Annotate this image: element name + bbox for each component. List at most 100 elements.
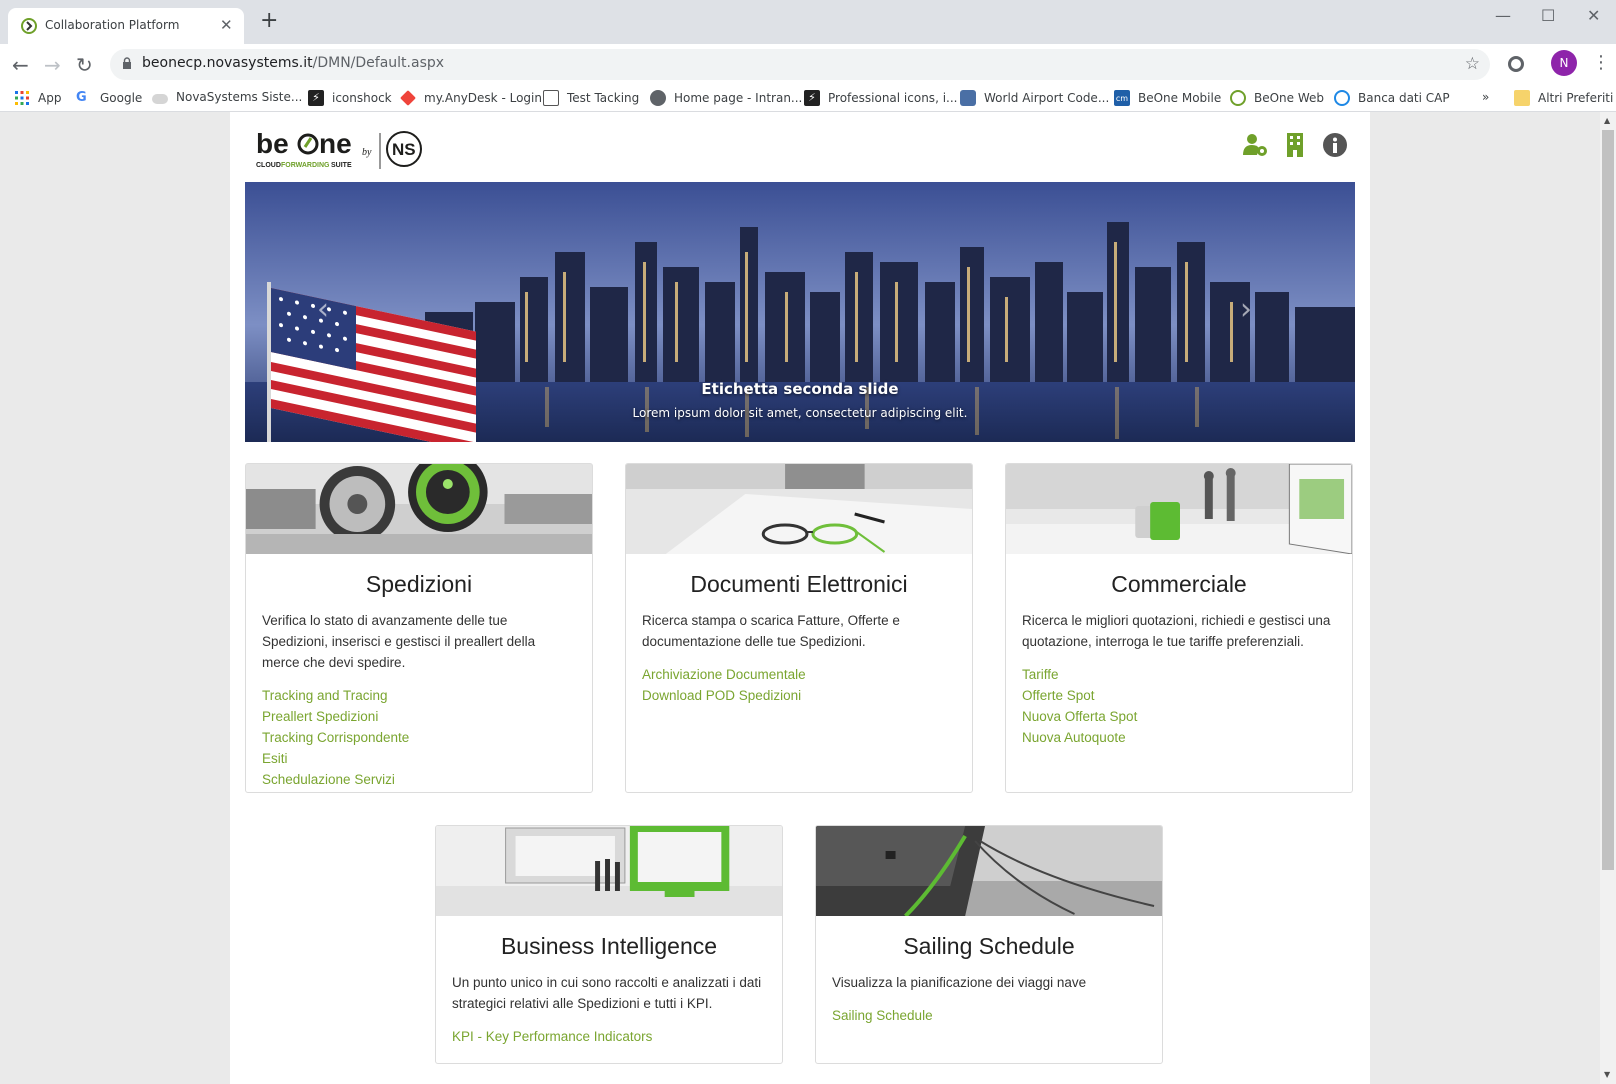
site-header: be ne CLOUD FORWARDING SUITE by NS — [230, 112, 1370, 180]
card-sailing-schedule: Sailing Schedule Visualizza la pianifica… — [815, 825, 1163, 1064]
svg-text:by: by — [362, 147, 372, 158]
svg-text:NS: NS — [392, 140, 416, 159]
card-image-business-intelligence — [436, 826, 782, 916]
bookmark-test-tacking[interactable]: Test Tacking — [543, 90, 639, 106]
browser-menu-icon[interactable]: ⋮ — [1592, 52, 1610, 73]
bookmark-anydesk[interactable]: my.AnyDesk - Login — [400, 90, 542, 106]
svg-text:CLOUD: CLOUD — [256, 162, 281, 169]
hero-carousel[interactable]: ‹ › Etichetta seconda slide Lorem ipsum … — [245, 182, 1355, 442]
card-spedizioni: Spedizioni Verifica lo stato di avanzame… — [245, 463, 593, 793]
carousel-caption-text: Lorem ipsum dolor sit amet, consectetur … — [632, 406, 968, 420]
ie-icon — [1334, 90, 1350, 106]
carousel-prev-icon[interactable]: ‹ — [317, 292, 329, 327]
link-download-pod-spedizioni[interactable]: Download POD Spedizioni — [642, 685, 956, 706]
extension-icon[interactable] — [1508, 56, 1524, 72]
carousel-caption-title: Etichetta seconda slide — [701, 380, 899, 398]
maximize-icon[interactable]: ☐ — [1541, 6, 1555, 25]
scroll-down-icon[interactable]: ▼ — [1604, 1070, 1610, 1079]
info-icon[interactable] — [1322, 132, 1348, 158]
tab-title: Collaboration Platform — [45, 18, 180, 32]
back-icon[interactable]: ← — [12, 53, 29, 77]
card-image-documenti — [626, 464, 972, 554]
link-schedulazione-servizi[interactable]: Schedulazione Servizi — [262, 769, 576, 790]
building-icon[interactable] — [1282, 132, 1308, 158]
page-scrollbar[interactable]: ▲ ▼ — [1600, 112, 1616, 1084]
user-settings-icon[interactable] — [1242, 132, 1268, 158]
card-image-spedizioni — [246, 464, 592, 554]
svg-text:be: be — [256, 128, 289, 159]
cm-icon: cm — [1114, 90, 1130, 106]
card-title: Business Intelligence — [500, 933, 718, 959]
airport-icon — [960, 90, 976, 106]
beone-logo[interactable]: be ne CLOUD FORWARDING SUITE by NS — [256, 125, 436, 169]
anydesk-icon — [400, 90, 416, 106]
new-tab-icon[interactable]: + — [260, 10, 278, 32]
bookmark-novasystems[interactable]: NovaSystems Siste... — [152, 90, 302, 104]
link-esiti[interactable]: Esiti — [262, 748, 576, 769]
beone-favicon-icon — [21, 18, 37, 34]
bookmark-app[interactable]: App — [14, 90, 61, 106]
card-description: Ricerca stampa o scarica Fatture, Offert… — [642, 613, 900, 649]
minimize-icon[interactable]: — — [1495, 6, 1511, 25]
card-description: Visualizza la pianificazione dei viaggi … — [832, 975, 1087, 990]
bookmarks-overflow-icon[interactable]: » — [1482, 90, 1489, 104]
folder-icon — [1514, 90, 1530, 106]
scrollbar-thumb[interactable] — [1602, 130, 1614, 870]
card-title: Documenti Elettronici — [690, 571, 908, 597]
lock-icon — [123, 57, 131, 69]
address-bar[interactable]: beonecp.novasystems.it/DMN/Default.aspx … — [110, 49, 1490, 80]
profile-avatar[interactable]: N — [1551, 50, 1577, 76]
bookmark-banca-dati-cap[interactable]: Banca dati CAP — [1334, 90, 1450, 106]
link-nuova-offerta-spot[interactable]: Nuova Offerta Spot — [1022, 706, 1336, 727]
chart-icon — [543, 90, 559, 106]
google-icon: G — [76, 90, 87, 105]
link-tariffe[interactable]: Tariffe — [1022, 664, 1336, 685]
bookmark-beone-web[interactable]: BeOne Web — [1230, 90, 1324, 106]
card-documenti-elettronici: Documenti Elettronici Ricerca stampa o s… — [625, 463, 973, 793]
card-title: Sailing Schedule — [903, 933, 1075, 959]
close-window-icon[interactable]: ✕ — [1587, 6, 1600, 25]
forward-icon[interactable]: → — [44, 53, 61, 77]
close-tab-icon[interactable]: ✕ — [220, 16, 233, 34]
link-tracking-corrispondente[interactable]: Tracking Corrispondente — [262, 727, 576, 748]
link-kpi[interactable]: KPI - Key Performance Indicators — [452, 1026, 766, 1047]
apps-grid-icon — [15, 91, 29, 105]
link-tracking-and-tracing[interactable]: Tracking and Tracing — [262, 685, 576, 706]
card-title: Commerciale — [1111, 571, 1247, 597]
carousel-next-icon[interactable]: › — [1240, 292, 1252, 327]
link-preallert-spedizioni[interactable]: Preallert Spedizioni — [262, 706, 576, 727]
bookmark-beone-mobile[interactable]: cm BeOne Mobile — [1114, 90, 1221, 106]
card-description: Verifica lo stato di avanzamente delle t… — [262, 613, 536, 670]
bookmark-world-airport[interactable]: World Airport Code... — [960, 90, 1109, 106]
bookmarks-bar: App G Google NovaSystems Siste... ⚡ iconsh… — [0, 86, 1616, 112]
browser-tab[interactable]: Collaboration Platform ✕ — [8, 8, 244, 44]
card-description: Un punto unico in cui sono raccolti e an… — [452, 975, 762, 1011]
page-container: be ne CLOUD FORWARDING SUITE by NS ‹ › E… — [230, 112, 1370, 1084]
card-links: Sailing Schedule — [832, 1005, 1146, 1026]
bookmark-star-icon[interactable]: ☆ — [1465, 54, 1480, 74]
link-offerte-spot[interactable]: Offerte Spot — [1022, 685, 1336, 706]
carousel-slide-image — [245, 182, 1355, 442]
card-links: Tariffe Offerte Spot Nuova Offerta Spot … — [1022, 664, 1336, 748]
link-nuova-autoquote[interactable]: Nuova Autoquote — [1022, 727, 1336, 748]
link-archiviazione-documentale[interactable]: Archiviazione Documentale — [642, 664, 956, 685]
card-links: KPI - Key Performance Indicators — [452, 1026, 766, 1047]
link-sailing-schedule[interactable]: Sailing Schedule — [832, 1005, 1146, 1026]
other-bookmarks[interactable]: Altri Preferiti — [1514, 90, 1613, 106]
bookmark-google[interactable]: G Google — [76, 90, 142, 106]
card-links: Tracking and Tracing Preallert Spedizion… — [262, 685, 576, 790]
page-viewport: be ne CLOUD FORWARDING SUITE by NS ‹ › E… — [0, 112, 1600, 1084]
bookmark-iconshock[interactable]: ⚡ iconshock — [308, 90, 392, 106]
reload-icon[interactable]: ↻ — [76, 53, 93, 77]
card-commerciale: Commerciale Ricerca le migliori quotazio… — [1005, 463, 1353, 793]
scroll-up-icon[interactable]: ▲ — [1604, 116, 1610, 125]
cloud-icon — [152, 93, 168, 104]
bolt-icon: ⚡ — [804, 90, 820, 106]
bookmark-professional-icons[interactable]: ⚡ Professional icons, i... — [804, 90, 957, 106]
bookmark-intranet[interactable]: Home page - Intran... — [650, 90, 802, 106]
beone-icon — [1230, 90, 1246, 106]
url-text: beonecp.novasystems.it/DMN/Default.aspx — [142, 55, 445, 71]
globe-icon — [650, 90, 666, 106]
svg-text:SUITE: SUITE — [331, 162, 352, 169]
card-business-intelligence: Business Intelligence Un punto unico in … — [435, 825, 783, 1064]
